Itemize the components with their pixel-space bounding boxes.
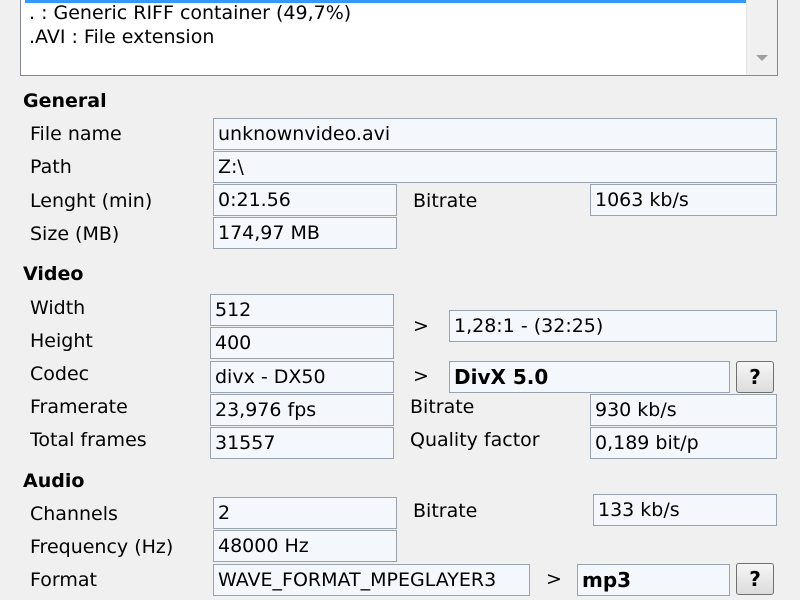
format-name-field[interactable]: mp3: [577, 564, 730, 596]
codec-help-button[interactable]: ?: [736, 361, 774, 393]
height-field[interactable]: 400: [210, 327, 394, 359]
quality-factor-field[interactable]: 0,189 bit/p: [590, 427, 777, 459]
scroll-down-icon[interactable]: [756, 55, 768, 61]
video-bitrate-label: Bitrate: [410, 396, 475, 418]
format-arrow: >: [546, 568, 562, 590]
codec-field[interactable]: divx - DX50: [210, 361, 394, 393]
total-frames-label: Total frames: [30, 429, 147, 451]
framerate-field[interactable]: 23,976 fps: [210, 394, 394, 426]
file-name-label: File name: [30, 123, 122, 145]
codec-label: Codec: [30, 363, 90, 385]
height-label: Height: [30, 330, 93, 352]
path-field[interactable]: Z:\: [213, 151, 777, 183]
codec-arrow: >: [413, 365, 429, 387]
width-field[interactable]: 512: [210, 294, 394, 326]
audio-format-field[interactable]: WAVE_FORMAT_MPEGLAYER3: [213, 564, 530, 596]
channels-field[interactable]: 2: [213, 497, 397, 529]
audio-section-title: Audio: [23, 470, 85, 492]
length-label: Lenght (min): [30, 190, 153, 212]
video-bitrate-field[interactable]: 930 kb/s: [590, 394, 777, 426]
total-frames-field[interactable]: 31557: [210, 427, 394, 459]
general-bitrate-label: Bitrate: [413, 190, 478, 212]
audio-bitrate-label: Bitrate: [413, 500, 478, 522]
format-help-button[interactable]: ?: [736, 563, 774, 595]
list-scrollbar[interactable]: [746, 0, 777, 75]
frequency-field[interactable]: 48000 Hz: [213, 530, 397, 562]
width-label: Width: [30, 297, 86, 319]
format-label: Format: [30, 569, 97, 591]
framerate-label: Framerate: [30, 396, 128, 418]
general-section-title: General: [23, 90, 107, 112]
format-detection-list[interactable]: . : Generic RIFF container (49,7%) .AVI …: [20, 0, 778, 76]
file-info-window: . : Generic RIFF container (49,7%) .AVI …: [0, 0, 800, 600]
length-field[interactable]: 0:21.56: [213, 184, 397, 216]
path-label: Path: [30, 156, 72, 178]
audio-bitrate-field[interactable]: 133 kb/s: [593, 494, 777, 526]
file-name-field[interactable]: unknownvideo.avi: [213, 118, 777, 150]
codec-name-field[interactable]: DivX 5.0: [449, 361, 730, 393]
video-section-title: Video: [23, 263, 84, 285]
size-field[interactable]: 174,97 MB: [213, 217, 397, 249]
aspect-arrow: >: [413, 315, 429, 337]
general-bitrate-field[interactable]: 1063 kb/s: [590, 184, 777, 216]
list-item[interactable]: .AVI : File extension: [29, 25, 214, 49]
channels-label: Channels: [30, 503, 118, 525]
list-item[interactable]: . : Generic RIFF container (49,7%): [29, 1, 351, 25]
size-label: Size (MB): [30, 223, 120, 245]
quality-factor-label: Quality factor: [410, 429, 540, 451]
frequency-label: Frequency (Hz): [30, 536, 174, 558]
aspect-ratio-field[interactable]: 1,28:1 - (32:25): [449, 310, 777, 342]
